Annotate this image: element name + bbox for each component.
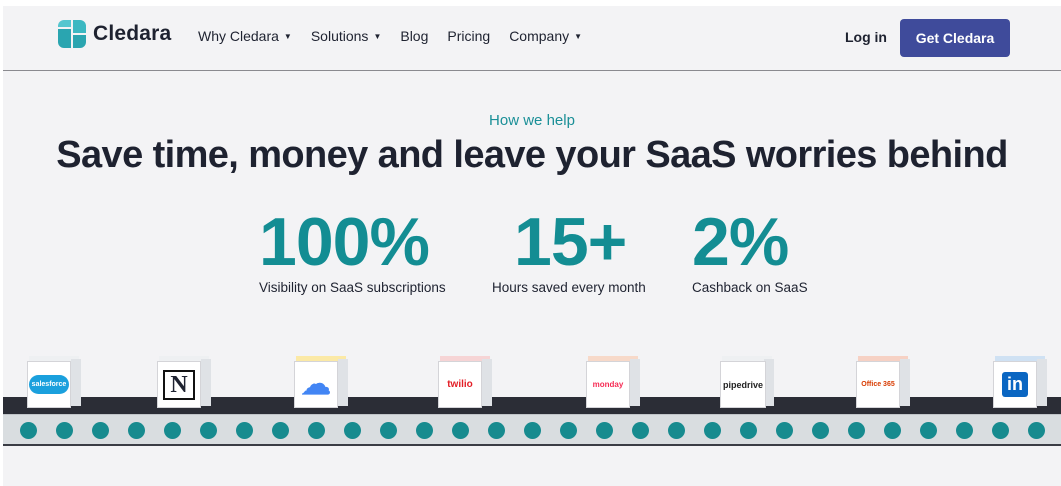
conveyor-wheel <box>776 422 793 439</box>
nav-label: Pricing <box>447 28 491 44</box>
stat-label: Hours saved every month <box>492 280 646 295</box>
stat-label: Visibility on SaaS subscriptions <box>259 280 446 295</box>
nav-label: Blog <box>400 28 429 44</box>
stat-label: Cashback on SaaS <box>692 280 808 295</box>
linkedin-cube: in <box>993 356 1047 408</box>
conveyor-wheel <box>812 422 829 439</box>
nav-why-cledara[interactable]: Why Cledara ▼ <box>198 28 292 44</box>
conveyor-wheel <box>1028 422 1045 439</box>
nav-label: Company <box>509 28 570 44</box>
section-headline: Save time, money and leave your SaaS wor… <box>56 134 1008 176</box>
conveyor-wheel <box>308 422 325 439</box>
conveyor-wheel <box>272 422 289 439</box>
monday-icon: monday <box>586 361 630 408</box>
caret-down-icon: ▼ <box>373 31 382 41</box>
conveyor-wheel <box>128 422 145 439</box>
conveyor-wheel <box>956 422 973 439</box>
conveyor-wheel <box>164 422 181 439</box>
logo[interactable]: Cledara <box>58 20 171 48</box>
conveyor-wheel <box>668 422 685 439</box>
cledara-logo-icon <box>58 20 86 48</box>
linkedin-icon: in <box>993 361 1037 408</box>
nav-solutions[interactable]: Solutions ▼ <box>311 28 382 44</box>
notion-icon: N <box>157 361 201 408</box>
salesforce-icon: salesforce <box>27 361 71 408</box>
stat-value: 15+ <box>514 204 627 280</box>
page: Cledara Why Cledara ▼ Solutions ▼ Blog P… <box>3 6 1061 486</box>
conveyor-wheel <box>344 422 361 439</box>
conveyor-wheel <box>848 422 865 439</box>
pipedrive-icon: pipedrive <box>720 361 766 408</box>
stat-cashback: 2% Cashback on SaaS <box>692 206 808 295</box>
monday-cube: monday <box>586 356 640 408</box>
nav-pricing[interactable]: Pricing <box>447 28 490 44</box>
conveyor-wheel <box>236 422 253 439</box>
notion-cube: N <box>157 356 211 408</box>
pipedrive-cube: pipedrive <box>720 356 774 408</box>
main-nav: Why Cledara ▼ Solutions ▼ Blog Pricing C… <box>198 28 601 44</box>
google-cloud-cube: ☁ <box>294 356 348 408</box>
twilio-icon: twilio <box>438 361 482 408</box>
stat-value: 100% <box>259 204 430 280</box>
conveyor-wheel <box>380 422 397 439</box>
salesforce-cube: salesforce <box>27 356 81 408</box>
twilio-cube: twilio <box>438 356 492 408</box>
get-cledara-button[interactable]: Get Cledara <box>900 19 1010 57</box>
conveyor-wheel <box>992 422 1009 439</box>
office-365-cube: Office 365 <box>856 356 910 408</box>
conveyor-track <box>3 414 1061 446</box>
conveyor-wheel <box>452 422 469 439</box>
top-navigation: Cledara Why Cledara ▼ Solutions ▼ Blog P… <box>3 6 1061 71</box>
conveyor-wheel <box>416 422 433 439</box>
conveyor-wheel <box>56 422 73 439</box>
caret-down-icon: ▼ <box>574 31 583 41</box>
conveyor-wheel <box>632 422 649 439</box>
nav-company[interactable]: Company ▼ <box>509 28 582 44</box>
conveyor-wheel <box>20 422 37 439</box>
nav-label: Why Cledara <box>198 28 279 44</box>
nav-label: Solutions <box>310 28 369 44</box>
conveyor-wheel <box>920 422 937 439</box>
conveyor-wheel <box>560 422 577 439</box>
office-365-icon: Office 365 <box>856 361 900 408</box>
stat-hours-saved: 15+ Hours saved every month <box>492 206 646 295</box>
section-eyebrow: How we help <box>489 112 575 129</box>
conveyor-wheel <box>740 422 757 439</box>
conveyor-wheel <box>596 422 613 439</box>
conveyor-wheel <box>200 422 217 439</box>
stat-value: 2% <box>692 204 789 280</box>
conveyor-wheel <box>524 422 541 439</box>
conveyor-wheel <box>92 422 109 439</box>
caret-down-icon: ▼ <box>283 31 292 41</box>
logo-text: Cledara <box>93 22 172 45</box>
conveyor-wheel <box>884 422 901 439</box>
stat-visibility: 100% Visibility on SaaS subscriptions <box>259 206 446 295</box>
google-cloud-icon: ☁ <box>294 361 338 408</box>
login-link[interactable]: Log in <box>845 29 887 45</box>
nav-blog[interactable]: Blog <box>400 28 428 44</box>
conveyor-wheel <box>704 422 721 439</box>
conveyor-wheel <box>488 422 505 439</box>
